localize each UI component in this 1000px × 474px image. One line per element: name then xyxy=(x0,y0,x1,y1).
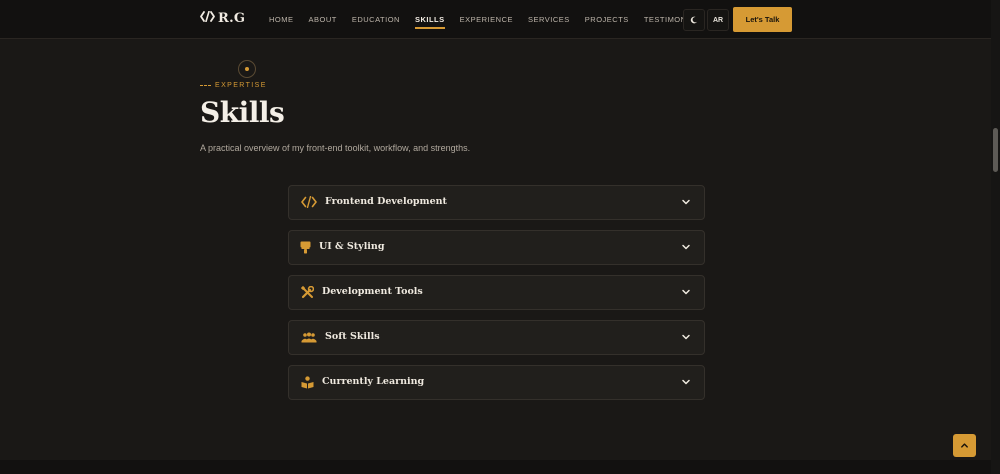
tools-icon xyxy=(300,285,314,299)
accordion-label: Currently Learning xyxy=(322,376,425,387)
accordion-item-currently-learning[interactable]: Currently Learning xyxy=(288,365,705,400)
main-nav: HOME ABOUT EDUCATION SKILLS EXPERIENCE S… xyxy=(269,0,720,38)
moon-icon xyxy=(690,16,698,24)
accordion-label: UI & Styling xyxy=(319,241,385,252)
page-title: Skills xyxy=(200,96,285,129)
top-navbar: R.G HOME ABOUT EDUCATION SKILLS EXPERIEN… xyxy=(0,0,991,39)
logo-text: R.G xyxy=(218,11,246,26)
nav-services[interactable]: SERVICES xyxy=(528,15,570,24)
page: R.G HOME ABOUT EDUCATION SKILLS EXPERIEN… xyxy=(0,0,1000,474)
nav-projects[interactable]: PROJECTS xyxy=(585,15,629,24)
accordion-label: Development Tools xyxy=(322,286,423,297)
accordion-label: Frontend Development xyxy=(325,196,447,207)
code-brackets-icon xyxy=(200,10,215,26)
nav-education[interactable]: EDUCATION xyxy=(352,15,400,24)
chevron-down-icon xyxy=(682,334,690,340)
language-toggle-button[interactable]: AR xyxy=(707,9,729,31)
nav-home[interactable]: HOME xyxy=(269,15,294,24)
code-icon xyxy=(301,195,317,209)
accordion-item-ui-styling[interactable]: UI & Styling xyxy=(288,230,705,265)
next-section-edge xyxy=(0,460,991,474)
chevron-down-icon xyxy=(682,244,690,250)
theme-toggle-button[interactable] xyxy=(683,9,705,31)
accordion-item-frontend-development[interactable]: Frontend Development xyxy=(288,185,705,220)
chevron-down-icon xyxy=(682,289,690,295)
accordion-item-soft-skills[interactable]: Soft Skills xyxy=(288,320,705,355)
chevron-up-icon xyxy=(961,443,968,448)
skills-accordion: Frontend Development UI & Styling Develo… xyxy=(288,185,705,410)
accordion-label: Soft Skills xyxy=(325,331,380,342)
section-subtitle: A practical overview of my front-end too… xyxy=(200,143,471,153)
nav-skills[interactable]: SKILLS xyxy=(414,15,445,29)
learning-icon xyxy=(300,375,314,389)
nav-experience[interactable]: EXPERIENCE xyxy=(460,15,513,24)
people-icon xyxy=(301,330,317,344)
section-eyebrow: EXPERTISE xyxy=(200,82,267,89)
accordion-item-development-tools[interactable]: Development Tools xyxy=(288,275,705,310)
scrollbar-thumb[interactable] xyxy=(993,128,998,172)
page-scrollbar[interactable] xyxy=(991,0,1000,474)
paint-brush-icon xyxy=(299,240,311,254)
lets-talk-button[interactable]: Let's Talk xyxy=(733,7,792,32)
eyebrow-text: EXPERTISE xyxy=(215,82,267,89)
back-to-top-button[interactable] xyxy=(953,434,976,457)
section-ornament xyxy=(238,60,256,78)
chevron-down-icon xyxy=(682,199,690,205)
logo[interactable]: R.G xyxy=(200,10,246,26)
chevron-down-icon xyxy=(682,379,690,385)
nav-about[interactable]: ABOUT xyxy=(309,15,337,24)
